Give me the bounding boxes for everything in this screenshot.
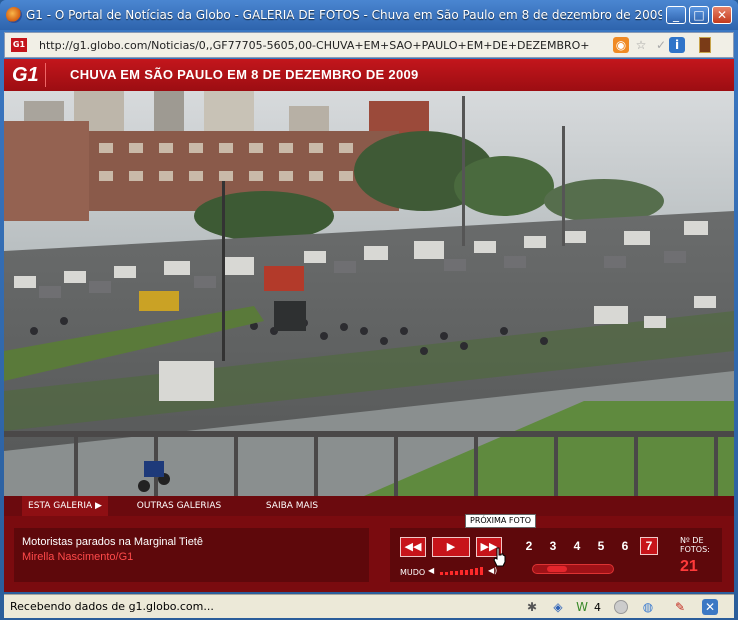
favicon: G1: [11, 38, 27, 52]
photo-count-label: Nº DE FOTOS:: [680, 536, 710, 554]
bookmark-icon[interactable]: [699, 37, 711, 53]
gallery-tabs: ESTA GALERIA ▶ OUTRAS GALERIAS SAIBA MAI…: [4, 496, 734, 516]
minimize-button[interactable]: _: [666, 6, 686, 24]
volume-bar[interactable]: [455, 571, 458, 575]
volume-bar[interactable]: [475, 568, 478, 575]
page-button-3[interactable]: 3: [544, 537, 562, 555]
gallery-photo[interactable]: [4, 91, 734, 496]
tab-outras-galerias[interactable]: OUTRAS GALERIAS: [134, 496, 224, 516]
close-button[interactable]: ✕: [712, 6, 732, 24]
caption-box: Motoristas parados na Marginal Tietê Mir…: [14, 528, 369, 582]
addon-count: 4: [594, 601, 601, 614]
page-button-5[interactable]: 5: [592, 537, 610, 555]
photo-caption: Motoristas parados na Marginal Tietê: [22, 536, 203, 548]
gallery-controls: ◀◀ ▶ ▶▶ 2 3 4 5 6 7 MUDO ◀ ◀) Nº DE FOTO…: [390, 528, 722, 582]
resize-icon[interactable]: ✕: [702, 599, 718, 615]
status-bar: Recebendo dados de g1.globo.com... ✱ ◈ W…: [4, 594, 734, 618]
mute-label[interactable]: MUDO: [400, 568, 425, 577]
status-text: Recebendo dados de g1.globo.com...: [10, 600, 214, 613]
gallery-panel: Motoristas parados na Marginal Tietê Mir…: [4, 516, 734, 592]
next-photo-tooltip: PRÓXIMA FOTO: [465, 514, 537, 528]
address-bar[interactable]: G1 http://g1.globo.com/Noticias/0,,GF777…: [4, 32, 734, 58]
play-button[interactable]: ▶: [432, 537, 470, 557]
volume-bar[interactable]: [465, 570, 468, 575]
page-button-4[interactable]: 4: [568, 537, 586, 555]
rss-icon[interactable]: ◉: [613, 37, 629, 53]
info-icon[interactable]: i: [669, 37, 685, 53]
speaker-high-icon[interactable]: ◀): [488, 566, 497, 575]
photo-credit: Mirella Nascimento/G1: [22, 551, 134, 563]
globe-icon[interactable]: ◍: [640, 599, 656, 615]
hand-cursor-icon: [493, 547, 506, 567]
gallery-title: CHUVA EM SÃO PAULO EM 8 DE DEZEMBRO DE 2…: [70, 67, 419, 82]
speaker-low-icon[interactable]: ◀: [428, 566, 434, 575]
volume-bar[interactable]: [470, 569, 473, 575]
w-icon[interactable]: W: [574, 599, 590, 615]
page-button-7[interactable]: 7: [640, 537, 658, 555]
firefox-icon: [6, 7, 22, 23]
volume-bar[interactable]: [440, 572, 443, 575]
diamond-icon[interactable]: ◈: [550, 599, 566, 615]
volume-bar[interactable]: [445, 572, 448, 575]
g1-logo[interactable]: G1: [12, 63, 46, 87]
star-icon[interactable]: ☆: [633, 37, 649, 53]
scroller-thumb[interactable]: [547, 566, 567, 572]
maximize-button[interactable]: □: [689, 6, 709, 24]
page-button-6[interactable]: 6: [616, 537, 634, 555]
volume-bar[interactable]: [460, 570, 463, 575]
circle-icon[interactable]: [614, 600, 628, 614]
page-button-2[interactable]: 2: [520, 537, 538, 555]
browser-window: G1 - O Portal de Notícias da Globo - GAL…: [0, 0, 738, 620]
prev-photo-button[interactable]: ◀◀: [400, 537, 426, 557]
title-bar: G1 - O Portal de Notícias da Globo - GAL…: [0, 0, 738, 30]
tab-saiba-mais[interactable]: SAIBA MAIS: [252, 496, 332, 516]
window-title: G1 - O Portal de Notícias da Globo - GAL…: [26, 8, 662, 22]
photo-count: 21: [680, 558, 698, 575]
check-icon[interactable]: ✓: [653, 37, 669, 53]
tab-esta-galeria[interactable]: ESTA GALERIA ▶: [22, 496, 108, 516]
bug-icon[interactable]: ✱: [524, 599, 540, 615]
gallery-header: G1 CHUVA EM SÃO PAULO EM 8 DE DEZEMBRO D…: [4, 59, 734, 91]
pen-icon[interactable]: ✎: [672, 599, 688, 615]
volume-bar[interactable]: [480, 567, 483, 575]
pages-scroller[interactable]: [532, 564, 614, 574]
volume-bar[interactable]: [450, 571, 453, 575]
photo-illustration: [4, 91, 734, 496]
url-field[interactable]: http://g1.globo.com/Noticias/0,,GF77705-…: [39, 39, 589, 52]
